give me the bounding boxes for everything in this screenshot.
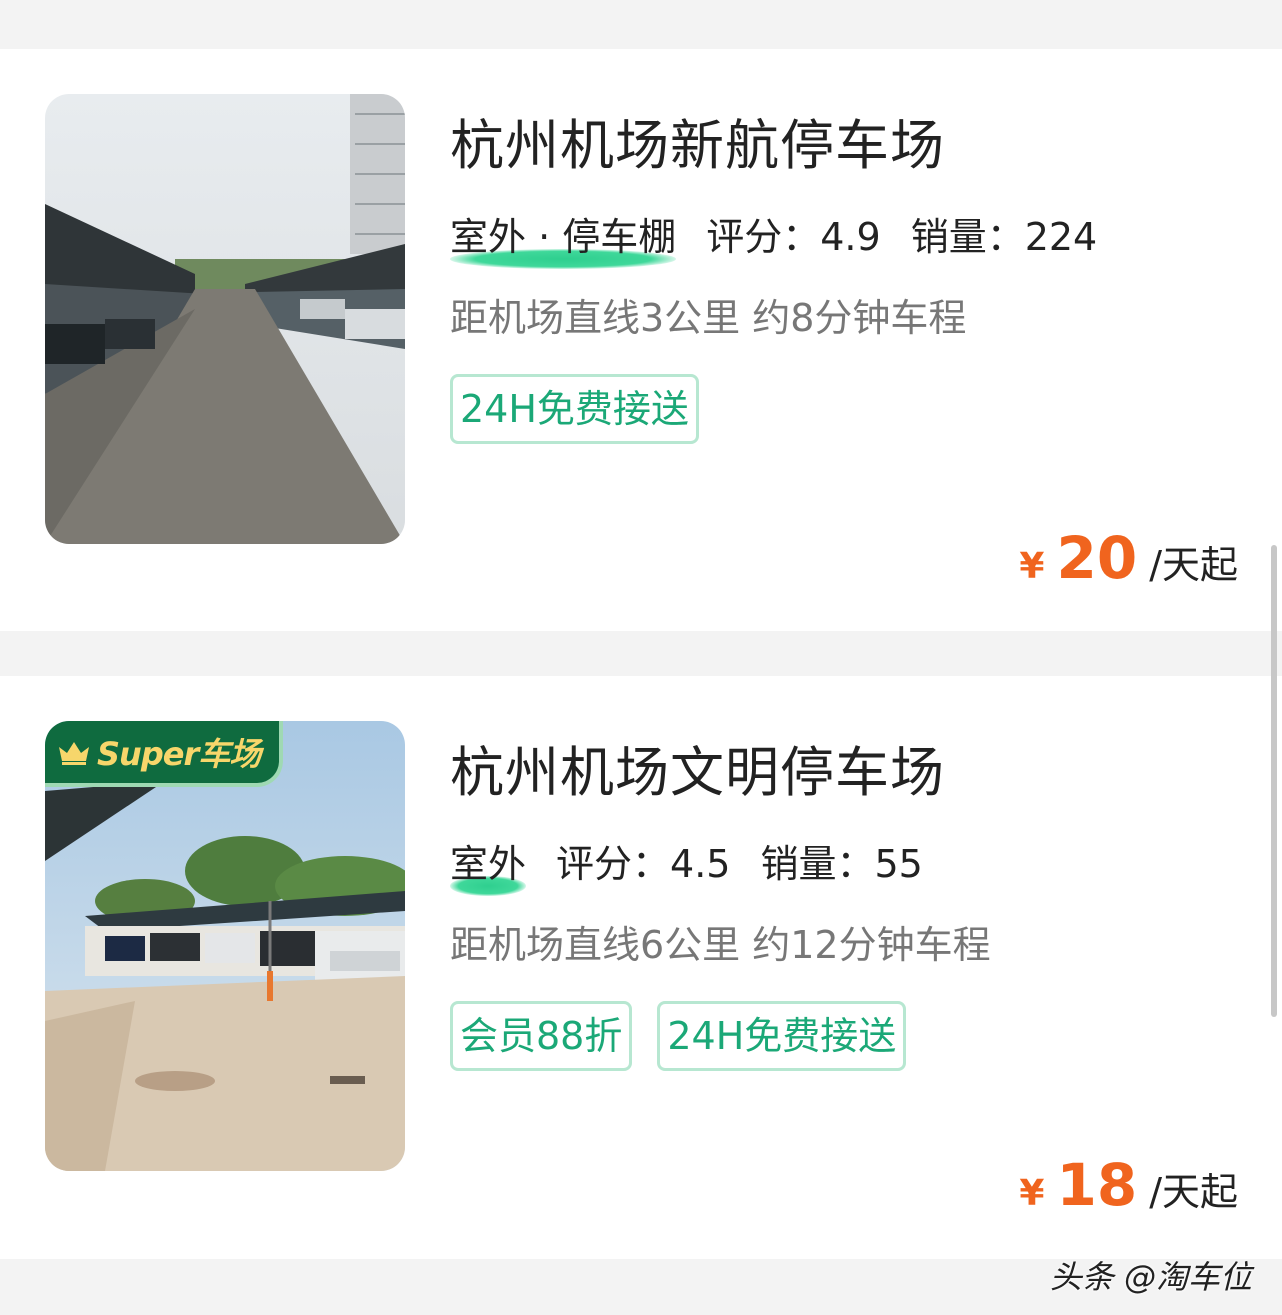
distance-info: 距机场直线3公里 约8分钟车程 bbox=[450, 296, 967, 340]
feature-badges: 24H免费接送 bbox=[450, 374, 699, 444]
rating: 评分：4.9 bbox=[706, 214, 881, 259]
sales-count: 销量：55 bbox=[760, 841, 923, 886]
currency-symbol: ¥ bbox=[1019, 546, 1045, 587]
super-lot-badge: Super车场 bbox=[45, 721, 283, 787]
parking-type-tag: 室外 · 停车棚 bbox=[450, 206, 677, 269]
parking-lot-image bbox=[45, 721, 405, 1171]
parking-lot-name[interactable]: 杭州机场文明停车场 bbox=[450, 728, 945, 807]
crown-icon bbox=[59, 742, 89, 765]
price-unit: /天起 bbox=[1149, 543, 1238, 587]
parking-type-tag: 室外 bbox=[450, 833, 527, 896]
parking-lot-card[interactable]: Super车场 杭州机场文明停车场 室外 评分：4.5 销量：55 距机场直线6… bbox=[0, 676, 1282, 1259]
feature-badges: 会员88折 24H免费接送 bbox=[450, 1001, 907, 1071]
parking-lot-name[interactable]: 杭州机场新航停车场 bbox=[450, 101, 945, 180]
super-lot-label: Super车场 bbox=[97, 735, 261, 773]
scrollbar[interactable] bbox=[1271, 545, 1277, 1017]
watermark: 头条 @淘车位 bbox=[1049, 1258, 1252, 1296]
sales-count: 销量：224 bbox=[910, 214, 1098, 259]
parking-lot-meta: 室外 评分：4.5 销量：55 bbox=[450, 836, 953, 896]
parking-lot-photo[interactable]: Super车场 bbox=[45, 721, 405, 1171]
member-discount-badge: 会员88折 bbox=[450, 1001, 633, 1071]
free-shuttle-badge: 24H免费接送 bbox=[450, 374, 699, 444]
price-value: 18 bbox=[1056, 1151, 1138, 1219]
parking-lot-meta: 室外 · 停车棚 评分：4.9 销量：224 bbox=[450, 209, 1127, 269]
parking-lot-image bbox=[45, 94, 405, 544]
distance-info: 距机场直线6公里 约12分钟车程 bbox=[450, 923, 991, 967]
parking-lot-card[interactable]: 杭州机场新航停车场 室外 · 停车棚 评分：4.9 销量：224 距机场直线3公… bbox=[0, 49, 1282, 631]
parking-lot-photo[interactable] bbox=[45, 94, 405, 544]
rating: 评分：4.5 bbox=[556, 841, 731, 886]
price-unit: /天起 bbox=[1149, 1170, 1238, 1214]
price: ¥ 20 /天起 bbox=[1019, 524, 1238, 592]
currency-symbol: ¥ bbox=[1019, 1173, 1045, 1214]
free-shuttle-badge: 24H免费接送 bbox=[657, 1001, 907, 1071]
price: ¥ 18 /天起 bbox=[1019, 1151, 1238, 1219]
price-value: 20 bbox=[1056, 524, 1138, 592]
